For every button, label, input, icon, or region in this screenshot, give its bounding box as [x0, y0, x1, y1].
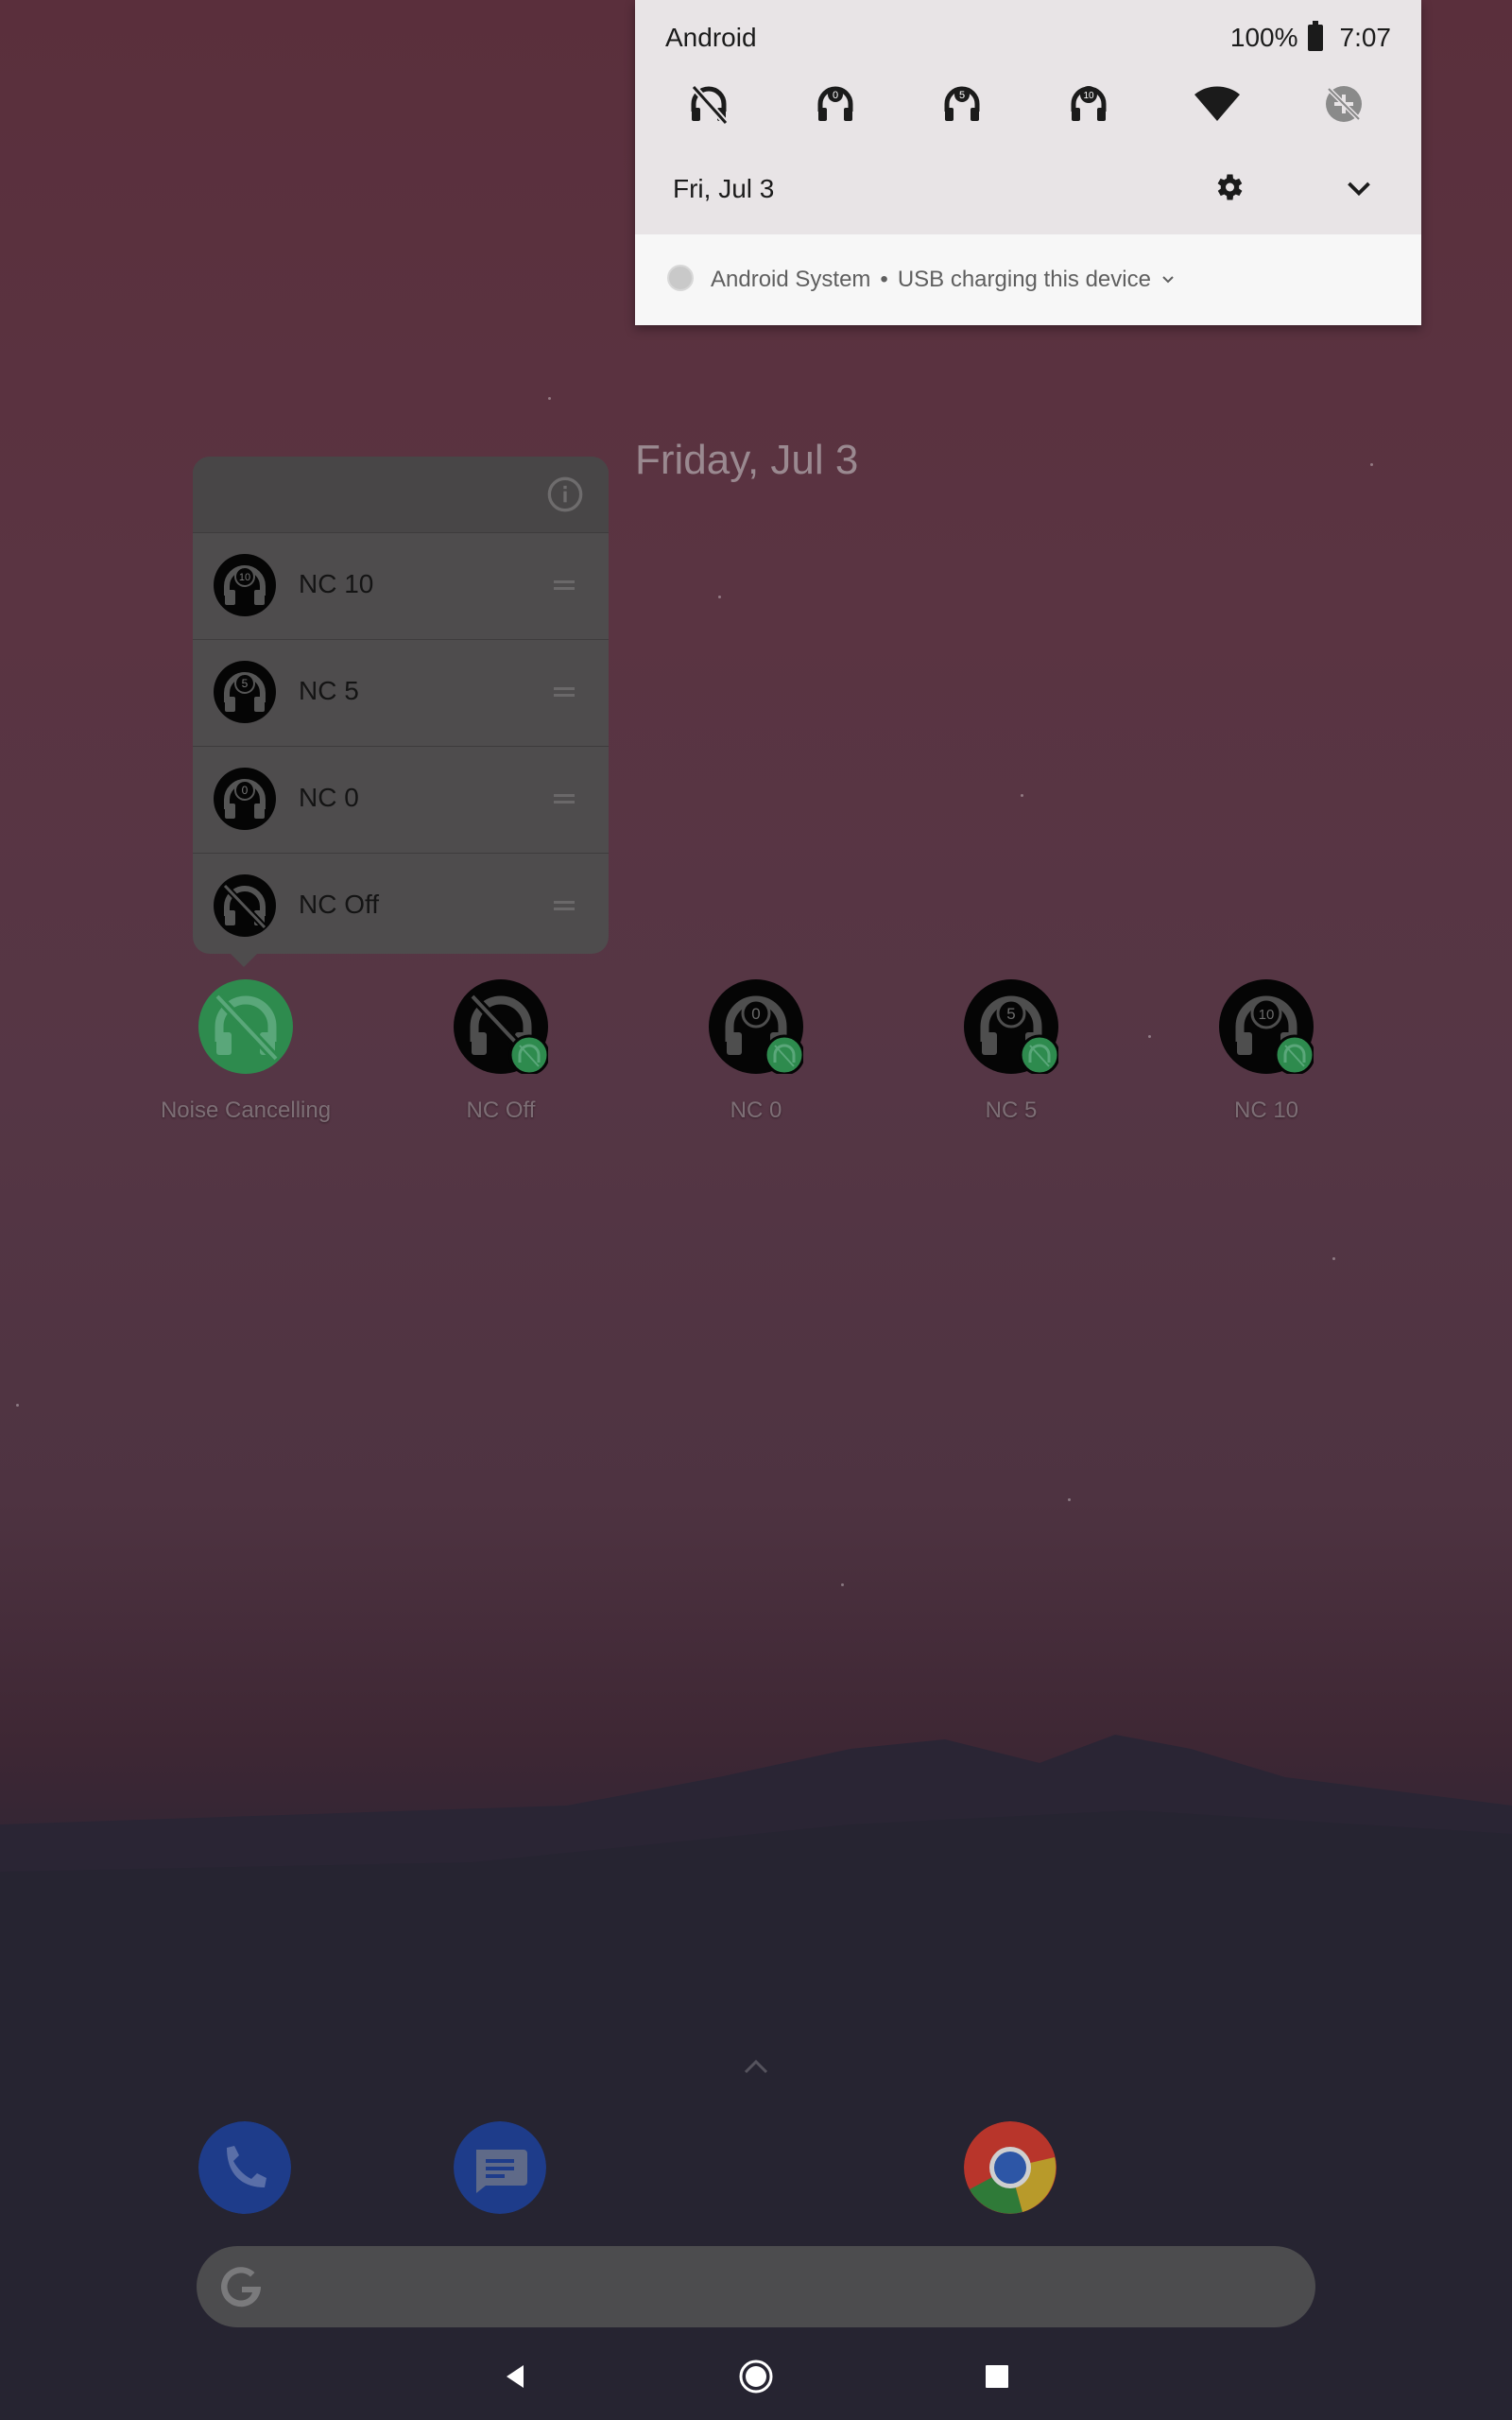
qs-badge-0: 0: [833, 90, 838, 101]
notification-message: USB charging this device: [897, 267, 1151, 292]
popup-item-nc-0[interactable]: 0 NC 0: [193, 746, 609, 853]
popup-arrow: [231, 954, 257, 967]
headphones-5-icon: 5: [214, 661, 276, 723]
shade-date: Fri, Jul 3: [673, 174, 775, 203]
chevron-down-icon[interactable]: [1160, 272, 1176, 287]
phone-app-icon[interactable]: [198, 2121, 291, 2214]
headphones-off-icon: [214, 874, 276, 937]
chrome-app-icon[interactable]: [964, 2121, 1057, 2214]
shortcut-nc-5[interactable]: 5 NC 5: [917, 979, 1106, 1124]
battery-icon: [1307, 21, 1323, 51]
home-button[interactable]: [728, 2348, 784, 2405]
shortcut-label: NC 5: [985, 1098, 1038, 1123]
headphones-10-icon: 10: [1219, 979, 1315, 1076]
shortcut-label: NC 10: [1233, 1098, 1299, 1123]
android-system-icon: [667, 265, 694, 291]
headphones-0-icon: 0: [709, 979, 805, 1076]
shortcut-badge: 0: [751, 1005, 760, 1023]
headphones-0-icon: 0: [817, 86, 853, 121]
notification-shade: Android 100% 7:07 0 5 10 Fri, Jul 3 Andr…: [635, 0, 1421, 325]
headphones-5-icon: 5: [944, 86, 980, 121]
app-drawer-chevron-up-icon[interactable]: [742, 2055, 770, 2078]
popup-badge: 10: [239, 572, 250, 583]
headphones-off-icon: [454, 979, 550, 1076]
qs-badge-10: 10: [1083, 91, 1094, 101]
qs-tile-nc-10[interactable]: 10: [1058, 74, 1119, 134]
expand-chevron-icon[interactable]: [1342, 172, 1376, 206]
shortcut-nc-0[interactable]: 0 NC 0: [662, 979, 850, 1124]
qs-tile-nc-0[interactable]: 0: [805, 74, 866, 134]
shortcut-noise-cancelling[interactable]: Noise Cancelling: [151, 979, 340, 1124]
info-icon[interactable]: [546, 475, 584, 513]
back-button[interactable]: [487, 2348, 543, 2405]
popup-item-nc-10[interactable]: 10 NC 10: [193, 532, 609, 639]
shortcut-nc-off[interactable]: NC Off: [406, 979, 595, 1124]
recents-square-icon: [986, 2365, 1008, 2388]
data-saver-icon: [1326, 86, 1362, 122]
headphones-10-icon: 10: [214, 554, 276, 616]
popup-item-label: NC 0: [299, 783, 359, 812]
shortcut-badge: 10: [1259, 1007, 1275, 1023]
qs-tile-nc-5[interactable]: 5: [932, 74, 992, 134]
shortcut-label: NC Off: [466, 1098, 536, 1123]
google-g-icon: [221, 2267, 262, 2308]
shortcut-popup: 10 NC 10 5 NC 5 0 NC 0 NC Off: [193, 457, 609, 967]
notification-separator: •: [880, 267, 888, 292]
headphones-off-icon: [691, 84, 729, 125]
popup-item-nc-off[interactable]: NC Off: [193, 853, 609, 959]
drag-handle-icon[interactable]: [554, 794, 575, 804]
wifi-icon: [1194, 86, 1240, 121]
notification-text: Android System • USB charging this devic…: [711, 267, 1176, 293]
home-circle-icon: [739, 2360, 773, 2394]
usb-notification[interactable]: Android System • USB charging this devic…: [635, 234, 1421, 325]
shortcut-label: NC 0: [730, 1098, 782, 1123]
back-triangle-icon: [507, 2365, 524, 2388]
drag-handle-icon[interactable]: [554, 687, 575, 697]
notification-app: Android System: [711, 267, 871, 292]
qs-tile-data-saver[interactable]: [1314, 74, 1374, 134]
popup-badge: 5: [242, 677, 249, 690]
noise-cancelling-app-icon: [198, 979, 293, 1074]
headphones-5-icon: 5: [964, 979, 1060, 1076]
home-date[interactable]: Friday, Jul 3: [635, 437, 858, 484]
quick-settings-row: 0 5 10: [635, 74, 1421, 134]
popup-item-label: NC 10: [299, 569, 374, 598]
popup-item-nc-5[interactable]: 5 NC 5: [193, 639, 609, 746]
recents-button[interactable]: [969, 2348, 1025, 2405]
navigation-bar: [0, 2325, 1512, 2420]
settings-gear-icon[interactable]: [1211, 170, 1246, 204]
popup-item-label: NC 5: [299, 676, 359, 705]
popup-item-label: NC Off: [299, 890, 380, 919]
shortcut-label: Noise Cancelling: [160, 1098, 332, 1123]
drag-handle-icon[interactable]: [554, 580, 575, 590]
google-search-bar[interactable]: [197, 2246, 1315, 2327]
qs-tile-wifi[interactable]: [1187, 74, 1247, 134]
drag-handle-icon[interactable]: [554, 901, 575, 910]
status-right: 100% 7:07: [1229, 21, 1392, 53]
qs-badge-5: 5: [959, 90, 965, 101]
headphones-0-icon: 0: [214, 768, 276, 830]
popup-badge: 0: [242, 784, 249, 797]
qs-tile-nc-off[interactable]: [679, 74, 739, 134]
shortcut-nc-10[interactable]: 10 NC 10: [1172, 979, 1361, 1124]
quick-settings-panel: Android 100% 7:07 0 5 10 Fri, Jul 3: [635, 0, 1421, 235]
battery-percent: 100%: [1229, 23, 1298, 52]
messages-app-icon[interactable]: [454, 2121, 546, 2214]
clock: 7:07: [1339, 23, 1392, 52]
carrier-label: Android: [665, 23, 757, 52]
popup-header: [193, 457, 609, 532]
headphones-10-icon: 10: [1071, 86, 1107, 121]
shortcut-badge: 5: [1006, 1005, 1015, 1023]
